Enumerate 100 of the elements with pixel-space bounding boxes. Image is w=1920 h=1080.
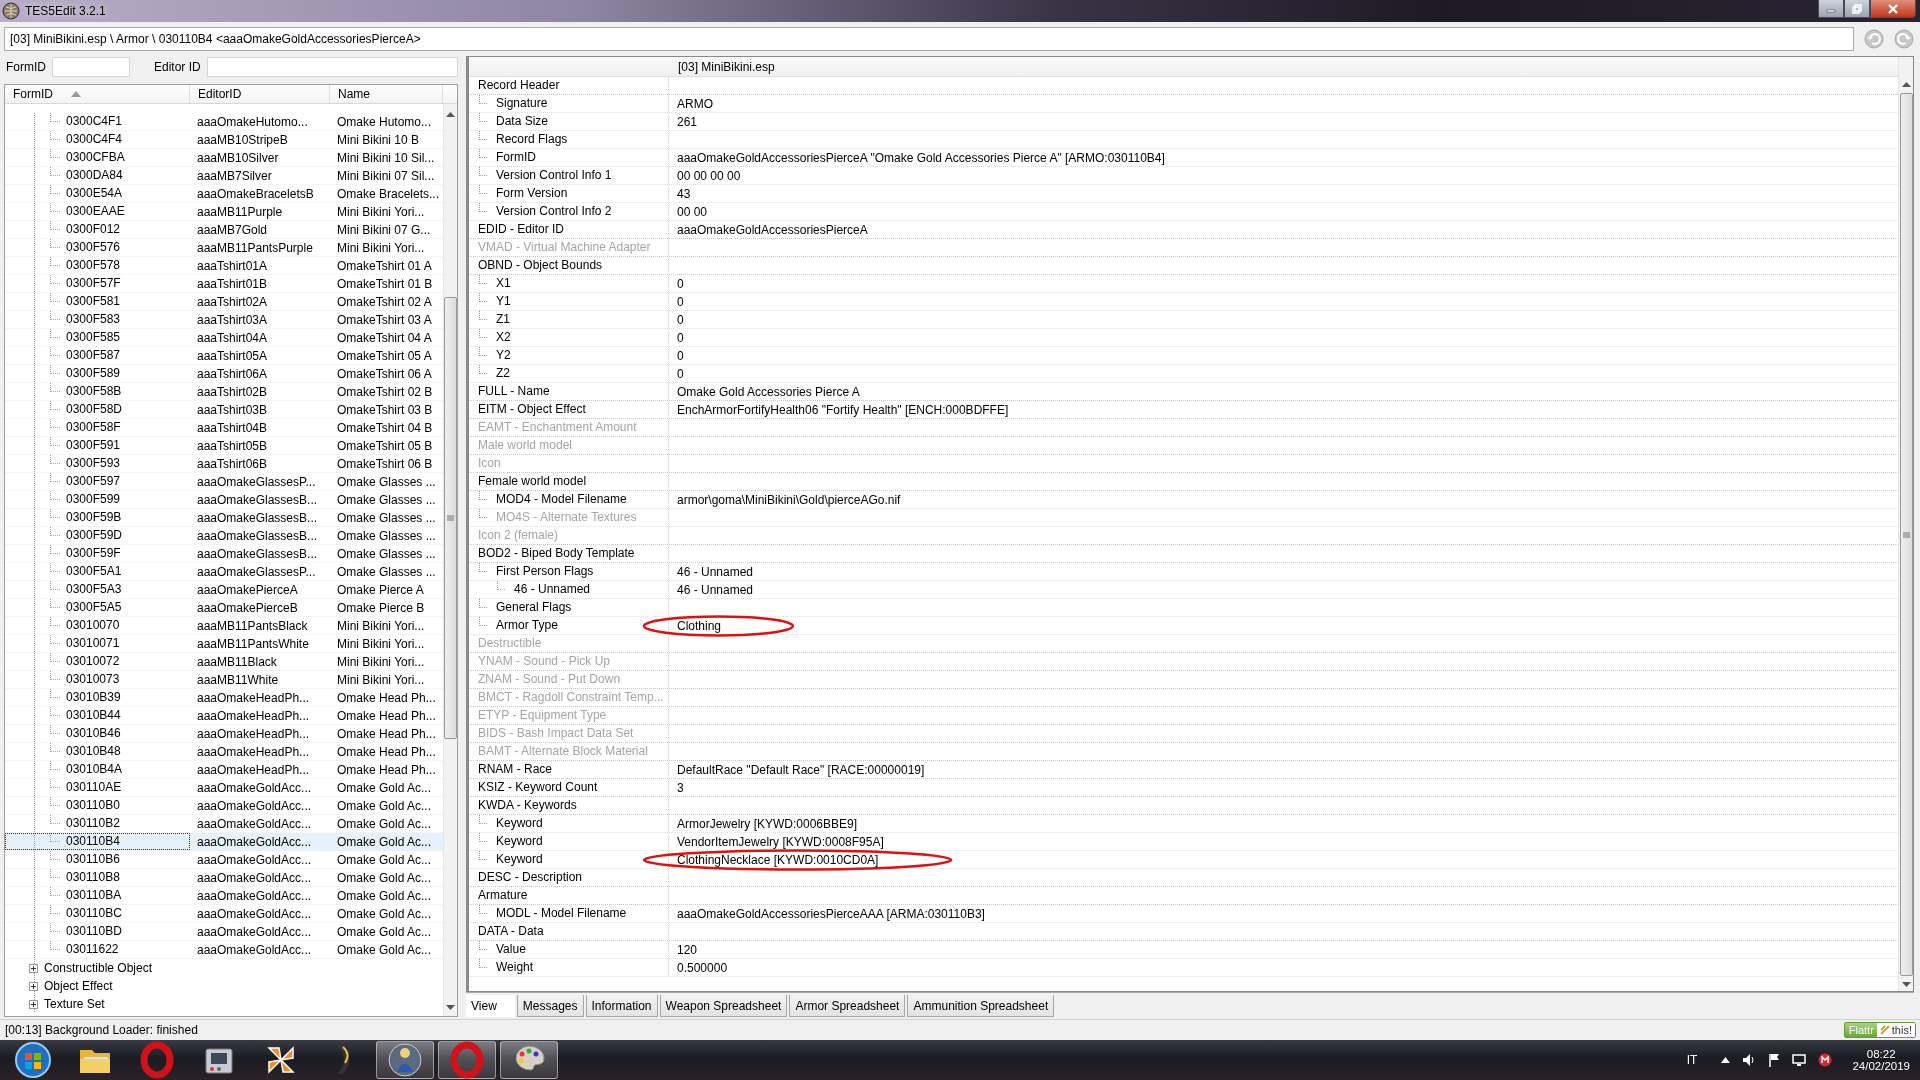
- table-cell[interactable]: 0300F012: [66, 222, 121, 236]
- monitor-icon[interactable]: [1792, 1053, 1807, 1067]
- tab[interactable]: Messages: [516, 995, 584, 1017]
- scroll-up-icon[interactable]: [446, 112, 455, 117]
- table-cell: Omake Head Ph...: [337, 708, 436, 723]
- field-label: EAMT - Enchantment Amount: [477, 420, 637, 434]
- table-cell[interactable]: 0300F59D: [66, 528, 123, 542]
- table-cell[interactable]: 0300F58F: [66, 420, 121, 434]
- table-cell: OmakeTshirt 03 A: [337, 312, 432, 327]
- clock-date[interactable]: 24/02/2019: [1852, 1060, 1910, 1072]
- table-cell[interactable]: 0300F58B: [66, 384, 122, 398]
- flag-icon[interactable]: [1768, 1053, 1781, 1067]
- table-cell[interactable]: 0300F57F: [66, 276, 121, 290]
- table-cell[interactable]: 0300F59B: [66, 510, 122, 524]
- maximize-button[interactable]: [1844, 0, 1870, 18]
- table-cell[interactable]: 0300F581: [66, 294, 121, 308]
- table-cell[interactable]: 03010B39: [66, 690, 121, 704]
- column-header[interactable]: FormID: [5, 85, 190, 103]
- table-cell[interactable]: 0300CFBA: [66, 150, 125, 164]
- tab[interactable]: View: [466, 995, 515, 1017]
- table-cell[interactable]: 030110BC: [66, 906, 122, 920]
- table-cell[interactable]: 03010073: [66, 672, 120, 686]
- table-cell[interactable]: 030110AE: [66, 780, 122, 794]
- minimize-button[interactable]: [1818, 0, 1844, 18]
- path-field[interactable]: [03] MiniBikini.esp \ Armor \ 030110B4 <aaaOmakeGoldAccessoriesPierceA>: [4, 27, 1854, 51]
- table-cell[interactable]: 030110B4: [66, 834, 120, 848]
- show-hidden-icon[interactable]: [1721, 1057, 1731, 1063]
- expand-icon[interactable]: [29, 963, 38, 973]
- table-cell: aaaOmakeGoldAcc...: [197, 870, 312, 885]
- table-cell[interactable]: 03010B48: [66, 744, 121, 758]
- close-button[interactable]: [1870, 0, 1916, 18]
- scroll-down-icon[interactable]: [446, 1005, 455, 1010]
- table-cell[interactable]: 0300F578: [66, 258, 121, 272]
- table-cell: aaaTshirt05B: [197, 438, 268, 453]
- input-field[interactable]: [52, 57, 130, 77]
- table-cell[interactable]: 030110B2: [66, 816, 120, 830]
- table-cell[interactable]: 0300C4F4: [66, 132, 123, 146]
- table-cell[interactable]: 0300F593: [66, 456, 121, 470]
- table-cell[interactable]: 0300F591: [66, 438, 121, 452]
- column-header[interactable]: EditorID: [190, 85, 330, 103]
- table-cell[interactable]: 0300F589: [66, 366, 121, 380]
- table-cell: Omake Head Ph...: [337, 762, 436, 777]
- table-cell[interactable]: 03010071: [66, 636, 120, 650]
- flattr-button[interactable]: Flattr this!: [1843, 1022, 1916, 1038]
- figure-icon[interactable]: [385, 1040, 425, 1080]
- table-cell: aaaOmakeGlassesB...: [197, 528, 318, 543]
- tab[interactable]: Ammunition Spreadsheet: [907, 995, 1055, 1017]
- table-cell[interactable]: 0300DA84: [66, 168, 123, 182]
- table-cell[interactable]: 0300F58D: [66, 402, 123, 416]
- table-cell: aaaTshirt02A: [197, 294, 268, 309]
- start-button[interactable]: [13, 1040, 53, 1080]
- table-cell[interactable]: 0300F576: [66, 240, 121, 254]
- table-cell: Mini Bikini Yori...: [337, 654, 425, 669]
- table-cell[interactable]: 0300F597: [66, 474, 121, 488]
- table-cell[interactable]: 03010070: [66, 618, 120, 632]
- field-label: Weight: [495, 960, 534, 974]
- tab[interactable]: Weapon Spreadsheet: [659, 995, 788, 1017]
- table-cell[interactable]: 0300F5A5: [66, 600, 122, 614]
- field-label: YNAM - Sound - Pick Up: [477, 654, 611, 668]
- field-label: Keyword: [495, 816, 543, 830]
- expand-icon[interactable]: [29, 981, 38, 991]
- table-cell[interactable]: 0300F5A3: [66, 582, 122, 596]
- table-cell[interactable]: 030110B6: [66, 852, 120, 866]
- table-cell[interactable]: 0300F5A1: [66, 564, 122, 578]
- tree-item[interactable]: Texture Set: [44, 997, 105, 1011]
- table-cell[interactable]: 03011622: [66, 942, 119, 956]
- table-cell[interactable]: 030110B8: [66, 870, 120, 884]
- scroll-down-icon[interactable]: [1901, 982, 1911, 987]
- tab[interactable]: Armor Spreadsheet: [789, 995, 906, 1017]
- input-field[interactable]: [206, 57, 458, 77]
- table-cell[interactable]: 030110BA: [66, 888, 122, 902]
- table-cell[interactable]: 0300F587: [66, 348, 121, 362]
- field-label: Record Flags: [495, 132, 568, 146]
- tree-item[interactable]: Object Effect: [44, 979, 113, 993]
- table-cell[interactable]: 03010072: [66, 654, 120, 668]
- expand-icon[interactable]: [29, 999, 38, 1009]
- table-cell[interactable]: 030110BD: [66, 924, 122, 938]
- column-header[interactable]: Name: [330, 85, 443, 103]
- table-cell: aaaMB11PantsWhite: [197, 636, 309, 651]
- table-cell[interactable]: 0300EAAE: [66, 204, 125, 218]
- volume-icon[interactable]: [1742, 1053, 1757, 1067]
- table-cell[interactable]: 03010B44: [66, 708, 121, 722]
- table-cell[interactable]: 03010B4A: [66, 762, 123, 776]
- table-cell: Mini Bikini 07 Sil...: [337, 168, 435, 183]
- scroll-up-icon[interactable]: [1901, 82, 1911, 87]
- clock-time[interactable]: 08:22: [1866, 1048, 1896, 1060]
- table-cell[interactable]: 0300F585: [66, 330, 121, 344]
- table-cell[interactable]: 03010B46: [66, 726, 121, 740]
- table-cell[interactable]: 030110B0: [66, 798, 120, 812]
- field-label: Armor Type: [495, 618, 558, 632]
- table-cell[interactable]: 0300F583: [66, 312, 121, 326]
- language-indicator[interactable]: IT: [1686, 1053, 1698, 1067]
- tree-item[interactable]: Constructible Object: [44, 961, 153, 975]
- table-cell[interactable]: 0300F59F: [66, 546, 121, 560]
- tab[interactable]: Information: [585, 995, 658, 1017]
- scrollbar[interactable]: [443, 104, 457, 1016]
- table-cell[interactable]: 0300E54A: [66, 186, 123, 200]
- table-cell[interactable]: 0300C4F1: [66, 114, 123, 128]
- scrollbar-thumb[interactable]: [444, 297, 457, 739]
- table-cell[interactable]: 0300F599: [66, 492, 121, 506]
